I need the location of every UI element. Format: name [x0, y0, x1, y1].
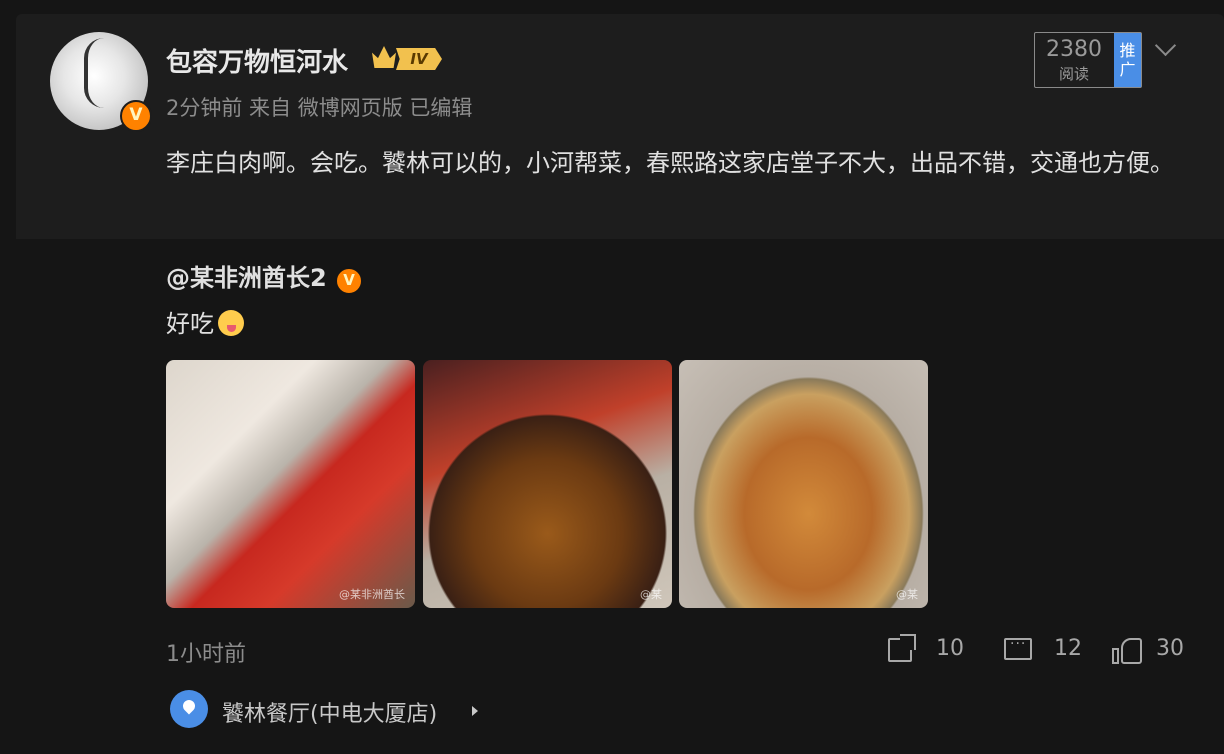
verified-badge-icon: V	[335, 267, 364, 295]
promote-button[interactable]: 推广	[1114, 33, 1141, 87]
repost-author-name[interactable]: @某非洲酋长2	[166, 264, 327, 292]
reads-label: 阅读	[1058, 65, 1089, 83]
crown-icon	[372, 46, 396, 68]
author-name[interactable]: 包容万物恒河水	[166, 42, 348, 79]
photo-lizhuang-pork[interactable]: @某非洲酋长	[166, 360, 415, 608]
like-count: 30	[1156, 636, 1184, 661]
comment-button[interactable]: 12	[1004, 634, 1088, 666]
chevron-right-icon[interactable]	[472, 706, 478, 716]
photo-chicken-dish[interactable]: @某	[679, 360, 928, 608]
share-icon	[888, 634, 916, 662]
comment-icon	[1004, 636, 1032, 660]
location-pin-icon	[170, 690, 208, 728]
photo-stew-pot[interactable]: @某	[423, 360, 672, 608]
level-tag: IV	[396, 48, 442, 70]
post-meta: 2分钟前 来自 微博网页版 已编辑	[166, 96, 473, 120]
verified-badge-icon: V	[120, 100, 152, 132]
reads-counter: 2380 阅读 推广	[1034, 32, 1142, 88]
photo-watermark: @某非洲酋长	[339, 588, 405, 601]
like-button[interactable]: 30	[1112, 634, 1188, 666]
location-link[interactable]: 饕林餐厅(中电大厦店)	[222, 696, 437, 728]
share-button[interactable]: 10	[888, 634, 968, 666]
repost-time: 1小时前	[166, 642, 246, 667]
avatar-art	[84, 38, 124, 108]
comment-count: 12	[1054, 636, 1082, 661]
repost-text-row: 好吃	[166, 304, 244, 339]
post-content: 李庄白肉啊。会吃。饕林可以的，小河帮菜，春熙路这家店堂子不大，出品不错，交通也方…	[166, 149, 1174, 177]
share-count: 10	[936, 636, 964, 661]
thumbs-up-icon	[1112, 636, 1142, 664]
yum-face-emoji-icon	[218, 310, 244, 336]
repost-text: 好吃	[166, 310, 214, 338]
level-badge[interactable]: IV	[372, 44, 442, 72]
reads-count: 2380	[1046, 37, 1102, 62]
photo-watermark: @某	[640, 588, 662, 601]
photo-watermark: @某	[896, 588, 918, 601]
repost-author[interactable]: @某非洲酋长2 V	[166, 258, 364, 295]
